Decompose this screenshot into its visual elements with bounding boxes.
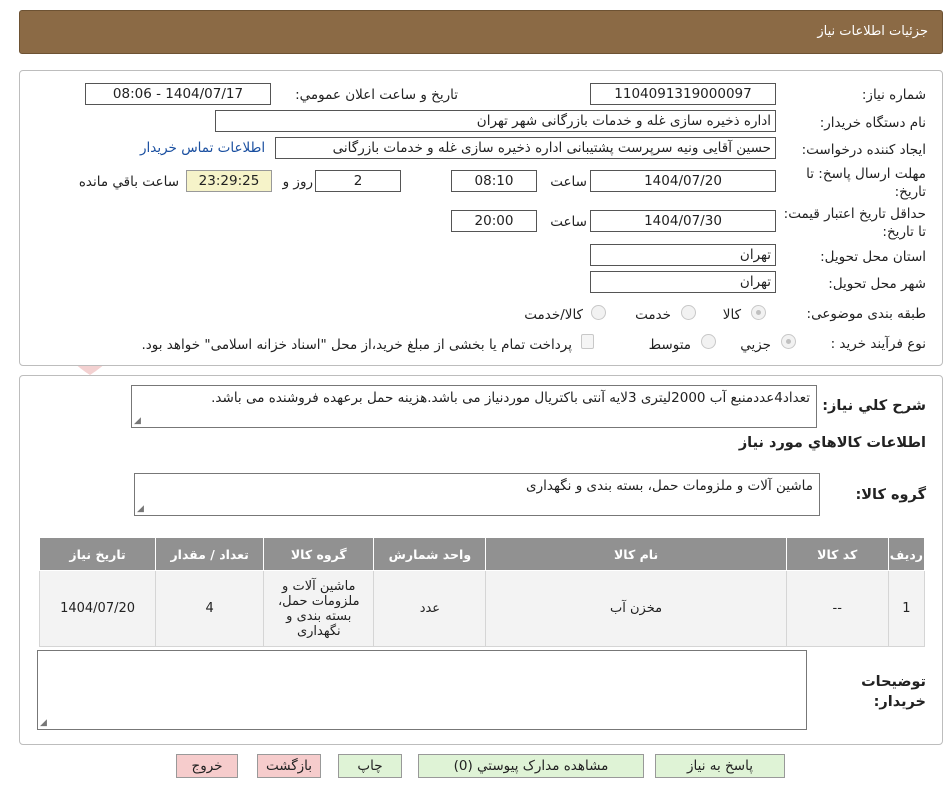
buyer-org-label: نام دستگاه خریدار: (819, 115, 926, 131)
announce-label: تاریخ و ساعت اعلان عمومي: (295, 87, 458, 103)
buyer-org-field: اداره ذخیره سازی غله و خدمات بازرگانی شه… (215, 110, 776, 132)
col-unit-header: واحد شمارش (373, 537, 487, 571)
announce-datetime-field: 1404/07/17 - 08:06 (85, 83, 271, 105)
goods-group-label: گروه کالا: (855, 487, 926, 503)
table-header-row: ردیف کد کالا نام کالا واحد شمارش گروه کا… (38, 537, 926, 571)
category-service-radio[interactable] (681, 305, 696, 320)
col-row-header: ردیف (887, 537, 926, 571)
cell-qty: 4 (155, 570, 265, 647)
summary-textarea[interactable]: تعداد4عددمنبع آب 2000لیتری 3لایه آنتی با… (131, 385, 817, 428)
goods-group-text: ماشین آلات و ملزومات حمل، بسته بندی و نگ… (526, 478, 813, 494)
province-label: استان محل تحویل: (820, 249, 926, 265)
payment-note: پرداخت تمام یا بخشی از مبلغ خرید،از محل … (141, 337, 572, 353)
province-field: تهران (590, 244, 776, 266)
category-both-label: کالا/خدمت (524, 307, 583, 323)
remaining-label: ساعت باقي مانده (78, 174, 179, 190)
col-name-header: نام کالا (485, 537, 787, 571)
exit-button[interactable]: خروج (176, 754, 238, 778)
cell-group: ماشین آلات و ملزومات حمل، بسته بندی و نگ… (263, 570, 375, 647)
cell-date: 1404/07/20 (38, 570, 157, 647)
validity-date-field: 1404/07/30 (590, 210, 776, 232)
reply-button[interactable]: پاسخ به نیاز (655, 754, 785, 778)
resize-grip-icon: ◢ (134, 416, 141, 426)
cell-row: 1 (887, 570, 926, 647)
remaining-time-field: 23:29:25 (186, 170, 272, 192)
cell-unit: عدد (373, 570, 487, 647)
process-label: نوع فرآیند خرید : (830, 336, 926, 352)
requester-label: ایجاد کننده درخواست: (801, 142, 926, 158)
back-button[interactable]: بازگشت (257, 754, 321, 778)
category-label: طبقه بندی موضوعی: (806, 306, 926, 322)
days-field: 2 (315, 170, 401, 192)
validity-time-label: ساعت (550, 214, 587, 230)
col-qty-header: تعداد / مقدار (155, 537, 265, 571)
city-field: تهران (590, 271, 776, 293)
need-number-field: 1104091319000097 (590, 83, 776, 105)
summary-text: تعداد4عددمنبع آب 2000لیتری 3لایه آنتی با… (211, 390, 810, 406)
reply-time-field: 08:10 (451, 170, 537, 192)
treasury-payment-checkbox[interactable] (581, 334, 594, 349)
validity-label: حداقل تاریخ اعتبار قیمت: تا تاریخ: (783, 206, 926, 240)
city-label: شهر محل تحویل: (828, 276, 926, 292)
reply-deadline-label: مهلت ارسال پاسخ: تا تاریخ: (806, 166, 926, 200)
col-date-header: تاریخ نیاز (38, 537, 157, 571)
requester-field: حسین آقایی ونیه سرپرست پشتیبانی اداره ذخ… (275, 137, 776, 159)
buyer-notes-textarea[interactable]: ◢ (37, 650, 807, 730)
category-service-label: خدمت (635, 307, 671, 323)
summary-label: شرح کلي نیاز: (822, 398, 926, 414)
days-label: روز و (282, 174, 313, 190)
cell-code: -- (785, 570, 889, 647)
goods-table: ردیف کد کالا نام کالا واحد شمارش گروه کا… (38, 537, 926, 647)
resize-grip-icon: ◢ (40, 718, 47, 728)
print-button[interactable]: چاپ (338, 754, 402, 778)
category-goods-radio[interactable] (751, 305, 766, 320)
resize-grip-icon: ◢ (137, 504, 144, 514)
validity-time-field: 20:00 (451, 210, 537, 232)
process-medium-radio[interactable] (701, 334, 716, 349)
col-code-header: کد کالا (785, 537, 889, 571)
view-attachments-button[interactable]: مشاهده مدارک پیوستي (0) (418, 754, 644, 778)
need-number-label: شماره نیاز: (861, 87, 926, 103)
process-medium-label: متوسط (648, 337, 691, 353)
reply-date-field: 1404/07/20 (590, 170, 776, 192)
buyer-contact-link[interactable]: اطلاعات تماس خریدار (140, 140, 265, 156)
category-both-radio[interactable] (591, 305, 606, 320)
process-minor-radio[interactable] (781, 334, 796, 349)
process-minor-label: جزیي (740, 337, 771, 353)
table-row: 1 -- مخزن آب عدد ماشین آلات و ملزومات حم… (38, 570, 926, 647)
cell-name: مخزن آب (485, 570, 787, 647)
page-header: جزئیات اطلاعات نیاز (19, 10, 943, 54)
goods-info-title: اطلاعات کالاهاي مورد نیاز (738, 435, 926, 451)
page-title: جزئیات اطلاعات نیاز (817, 24, 928, 39)
reply-time-label: ساعت (550, 174, 587, 190)
col-group-header: گروه کالا (263, 537, 375, 571)
buyer-notes-label: توضیحات خریدار: (861, 674, 926, 710)
category-goods-label: کالا (722, 307, 741, 323)
goods-group-textarea[interactable]: ماشین آلات و ملزومات حمل، بسته بندی و نگ… (134, 473, 820, 516)
